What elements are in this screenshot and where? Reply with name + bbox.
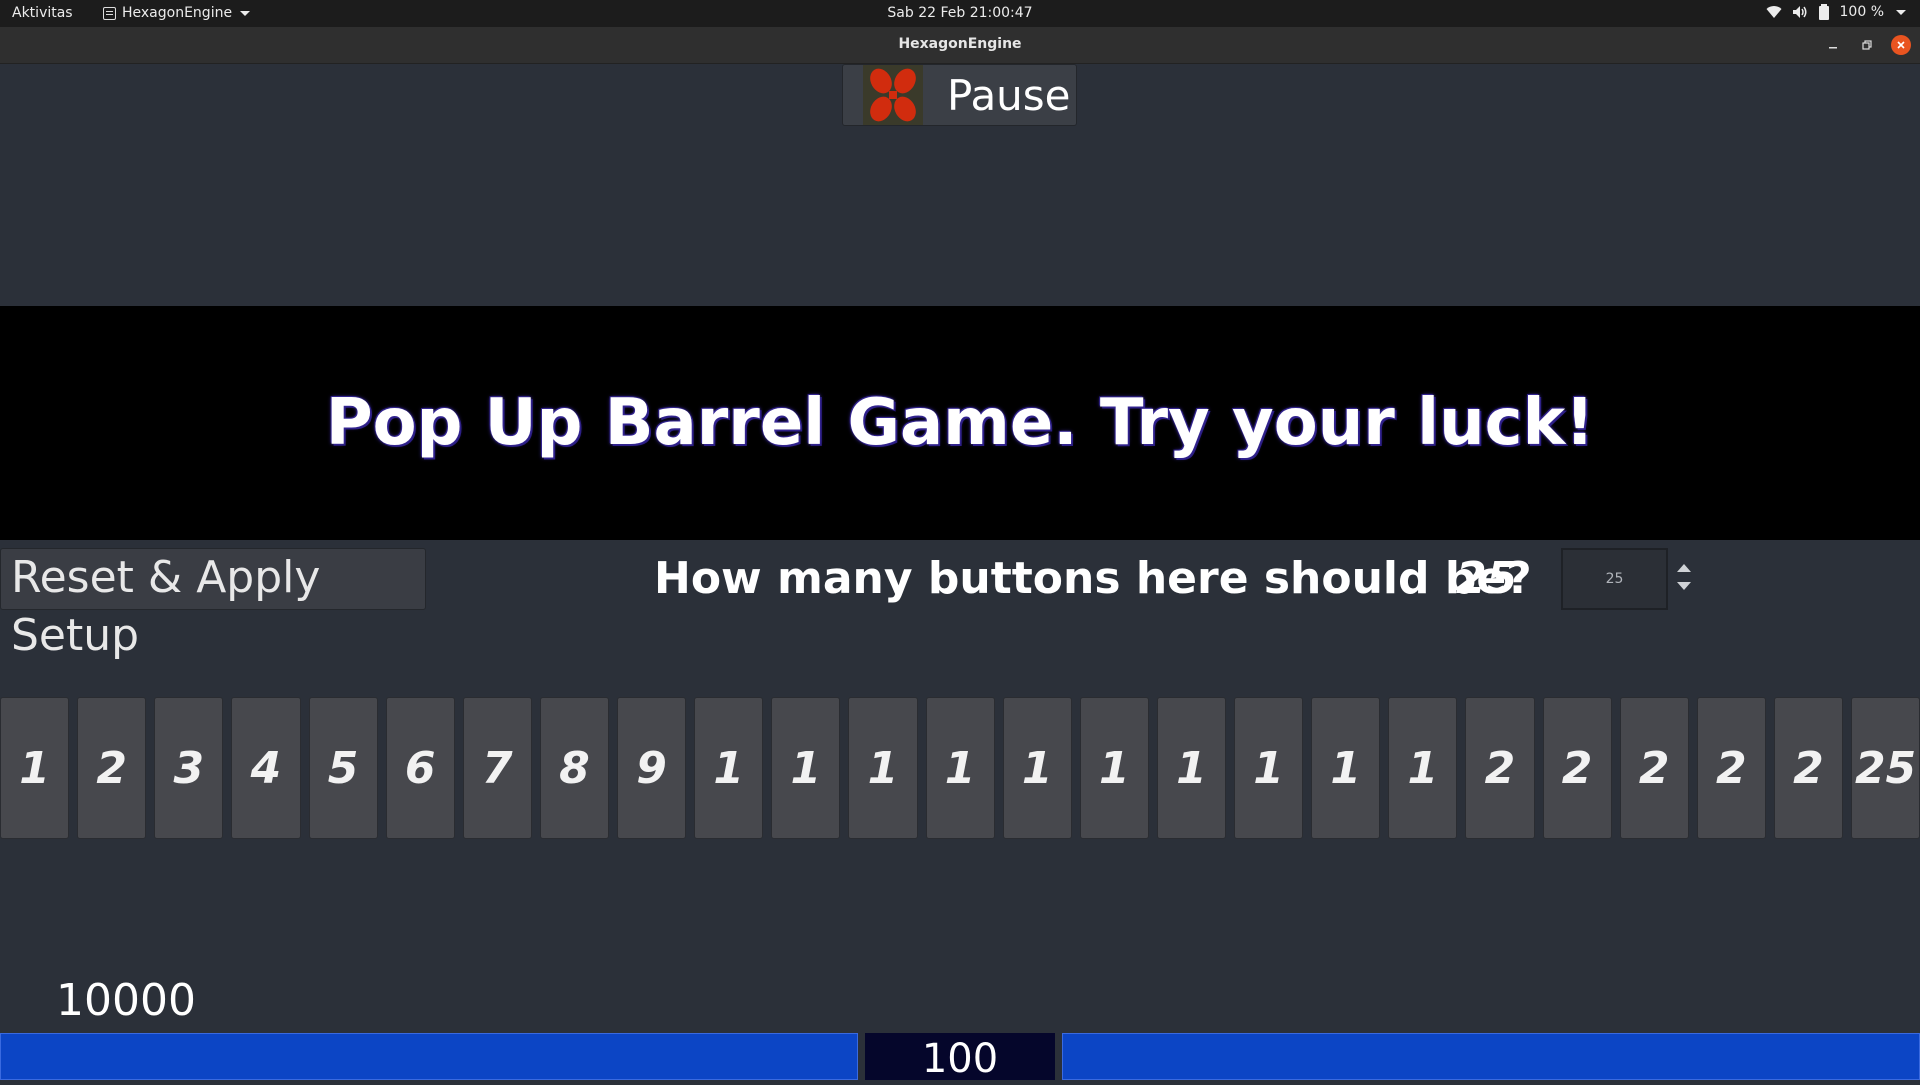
barrel-buttons-row: 1 2 3 4 5 6 7 8 9 1 1 1 1 1 1 1 1 1 1 2 2 2 2 2 25 [0, 697, 1920, 839]
barrel-button[interactable]: 3 [154, 697, 224, 839]
wifi-icon [1766, 6, 1782, 19]
barrel-button[interactable]: 5 [308, 697, 378, 839]
barrel-button[interactable]: 2 [1465, 697, 1535, 839]
barrel-button[interactable]: 2 [1619, 697, 1689, 839]
button-count-value: 25 [1456, 553, 1518, 604]
barrel-button[interactable]: 1 [771, 697, 841, 839]
close-button[interactable] [1891, 35, 1911, 55]
barrel-button[interactable]: 1 [1002, 697, 1072, 839]
maximize-button[interactable] [1857, 35, 1877, 55]
spin-down-arrow-icon[interactable] [1677, 582, 1691, 590]
barrel-button[interactable]: 9 [617, 697, 687, 839]
barrel-button[interactable]: 1 [1234, 697, 1304, 839]
bottom-center-value: 100 [865, 1033, 1055, 1082]
barrel-button[interactable]: 25 [1851, 697, 1920, 839]
title-banner: Pop Up Barrel Game. Try your luck! [0, 306, 1920, 540]
barrel-button[interactable]: 1 [925, 697, 995, 839]
barrel-button[interactable]: 1 [694, 697, 764, 839]
barrel-button[interactable]: 8 [539, 697, 609, 839]
clock[interactable]: Sab 22 Feb 21:00:47 [0, 5, 1920, 21]
reset-apply-setup-button[interactable]: Reset & Apply Setup [0, 548, 426, 661]
barrel-button[interactable]: 1 [0, 697, 70, 839]
minimize-icon [1829, 47, 1837, 49]
bottom-bar-left [0, 1033, 858, 1080]
spin-up-arrow-icon[interactable] [1677, 564, 1691, 572]
barrel-button[interactable]: 1 [1079, 697, 1149, 839]
battery-percentage: 100 % [1839, 4, 1884, 20]
pause-button[interactable]: Pause [842, 64, 1077, 126]
barrel-button[interactable]: 4 [231, 697, 301, 839]
barrel-button[interactable]: 1 [1388, 697, 1458, 839]
window-title-bar[interactable]: HexagonEngine [0, 27, 1920, 64]
barrel-button[interactable]: 2 [77, 697, 147, 839]
bottom-bar-right [1062, 1033, 1920, 1080]
red-barrel-icon [863, 65, 923, 125]
button-count-spinbox[interactable] [1561, 548, 1668, 610]
barrel-button[interactable]: 7 [462, 697, 532, 839]
barrel-button[interactable]: 2 [1696, 697, 1766, 839]
banner-title: Pop Up Barrel Game. Try your luck! [325, 386, 1595, 460]
barrel-button[interactable]: 6 [385, 697, 455, 839]
pause-label: Pause [947, 70, 1071, 120]
barrel-button[interactable]: 1 [1156, 697, 1226, 839]
battery-icon [1818, 4, 1829, 20]
window-title: HexagonEngine [898, 36, 1022, 52]
score-value: 10000 [56, 975, 196, 1026]
system-tray[interactable]: 100 % [1766, 4, 1906, 20]
barrel-button[interactable]: 2 [1542, 697, 1612, 839]
volume-icon [1792, 6, 1807, 18]
system-top-bar: Aktivitas HexagonEngine Sab 22 Feb 21:00… [0, 0, 1920, 27]
chevron-down-icon [1896, 9, 1906, 15]
restore-icon [1862, 40, 1872, 50]
close-icon [1897, 41, 1905, 49]
spinbox-arrows [1677, 564, 1693, 594]
barrel-button[interactable]: 1 [1311, 697, 1381, 839]
button-count-question: How many buttons here should be? [654, 553, 1532, 604]
barrel-button[interactable]: 2 [1773, 697, 1843, 839]
barrel-button[interactable]: 1 [848, 697, 918, 839]
minimize-button[interactable] [1823, 35, 1843, 55]
